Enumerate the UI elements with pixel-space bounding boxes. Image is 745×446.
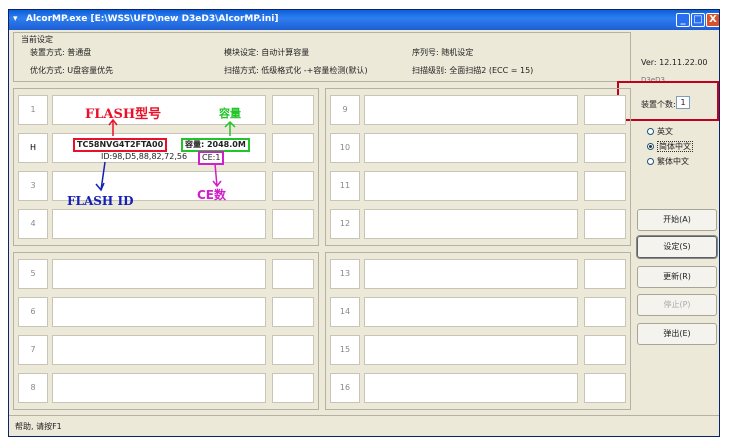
annotation-arrows: [95, 118, 236, 192]
status-bar: 帮助, 请按F1: [9, 415, 719, 436]
ce-count-arrow-icon: [212, 163, 222, 188]
app-window: ▾ AlcorMP.exe [E:\WSS\UFD\new D3eD3\Alco…: [8, 9, 720, 437]
status-text: 帮助, 请按F1: [15, 422, 62, 431]
flash-id-arrow-icon: [95, 161, 106, 192]
flash-model-arrow-icon: [108, 118, 118, 136]
capacity-arrow-icon: [224, 120, 236, 136]
